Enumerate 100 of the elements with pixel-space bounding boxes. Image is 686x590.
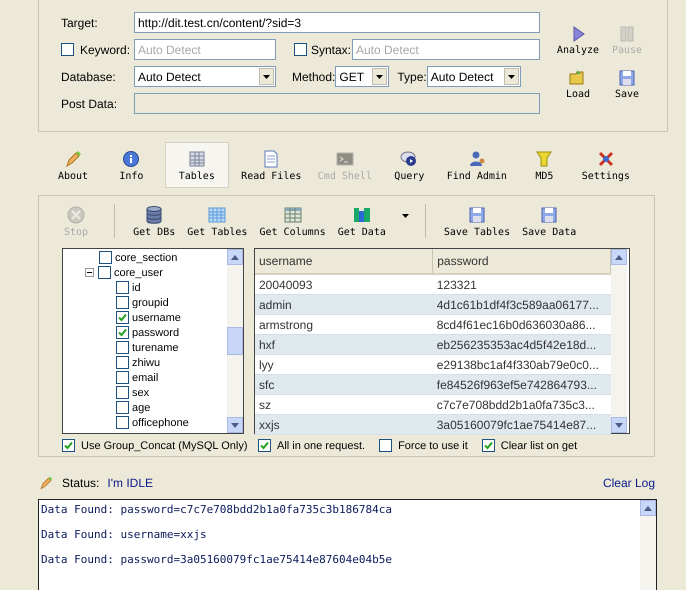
down-arrow-icon[interactable] bbox=[231, 422, 239, 428]
clear-log-link[interactable]: Clear Log bbox=[602, 476, 655, 490]
up-arrow-icon[interactable] bbox=[615, 254, 623, 260]
type-dropdown[interactable]: Auto Detect bbox=[426, 66, 521, 87]
checkbox[interactable] bbox=[116, 311, 129, 324]
tab[interactable]: Settings bbox=[578, 142, 634, 188]
checkbox[interactable] bbox=[116, 386, 129, 399]
analyze-button[interactable]: Analyze bbox=[555, 24, 601, 56]
checkbox[interactable] bbox=[294, 43, 307, 56]
checkbox[interactable] bbox=[61, 43, 74, 56]
up-arrow-icon[interactable] bbox=[231, 254, 239, 260]
toolbar-button[interactable]: Get DBs bbox=[131, 202, 178, 240]
database-icon bbox=[144, 204, 164, 224]
toolbar-button[interactable]: Get Columns bbox=[257, 202, 328, 240]
tree-item[interactable]: core_user bbox=[114, 266, 163, 278]
scrollbar-thumb[interactable] bbox=[227, 327, 243, 355]
scrollbar[interactable] bbox=[640, 500, 656, 590]
save-icon bbox=[617, 68, 637, 88]
checkbox[interactable] bbox=[116, 416, 129, 429]
checkbox[interactable] bbox=[482, 439, 495, 452]
log-line: Data Found: password=c7c7e708bdd2b1a0fa735c3b186784ca bbox=[41, 503, 393, 516]
caret-icon[interactable] bbox=[376, 74, 384, 78]
caret-icon[interactable] bbox=[402, 214, 409, 218]
option-label: Clear list on get bbox=[500, 440, 578, 452]
table-cell: 3a05160079fc1ae75414e87... bbox=[432, 414, 610, 434]
pencil-icon bbox=[38, 475, 54, 491]
pencil-icon bbox=[63, 148, 83, 168]
checkbox[interactable] bbox=[379, 439, 392, 452]
checkbox[interactable] bbox=[116, 326, 129, 339]
field-label: Type: bbox=[397, 70, 427, 84]
tree-item[interactable]: zhiwu bbox=[132, 356, 160, 368]
save-button[interactable]: Save bbox=[607, 68, 647, 100]
tab[interactable]: Tables bbox=[164, 142, 229, 188]
scrollbar[interactable] bbox=[227, 249, 243, 433]
table-cell: xxjs bbox=[255, 414, 433, 434]
stop-icon bbox=[66, 204, 86, 224]
up-arrow-icon[interactable] bbox=[644, 506, 652, 510]
log-line: Data Found: username=xxjs bbox=[41, 528, 208, 541]
table-cell: admin bbox=[255, 294, 433, 314]
checkbox[interactable] bbox=[258, 439, 271, 452]
tab[interactable]: Find Admin bbox=[442, 142, 511, 188]
checkbox[interactable] bbox=[116, 356, 129, 369]
table-cell: hxf bbox=[255, 334, 433, 354]
scrollbar[interactable] bbox=[611, 249, 627, 433]
toolbar-button[interactable]: Save Tables bbox=[442, 202, 512, 240]
method-dropdown[interactable]: GET bbox=[335, 66, 390, 87]
option-label: Use Group_Concat (MySQL Only) bbox=[81, 440, 248, 452]
tab[interactable]: Read Files bbox=[237, 142, 306, 188]
checkbox[interactable] bbox=[98, 266, 111, 279]
toolbar-button[interactable]: Get Tables bbox=[185, 202, 250, 240]
save-icon bbox=[539, 204, 560, 224]
tree-item[interactable]: groupid bbox=[132, 296, 169, 308]
keyword-field[interactable]: Auto Detect bbox=[134, 39, 276, 60]
expander-icon[interactable] bbox=[85, 268, 94, 277]
option-label: All in one request. bbox=[277, 440, 366, 452]
field-label: Post Data: bbox=[61, 96, 118, 110]
syntax-field[interactable]: Auto Detect bbox=[352, 39, 540, 60]
column-header[interactable]: username bbox=[255, 249, 433, 274]
caret-icon[interactable] bbox=[263, 74, 270, 78]
caret-icon[interactable] bbox=[508, 74, 515, 78]
save-icon bbox=[466, 204, 487, 224]
status-label: Status: bbox=[62, 476, 100, 490]
table-cell: fe84526f963ef5e742864793... bbox=[432, 374, 610, 394]
tree-item[interactable]: email bbox=[132, 372, 158, 384]
checkbox[interactable] bbox=[116, 341, 129, 354]
column-header[interactable]: password bbox=[432, 249, 610, 274]
load-button[interactable]: Load bbox=[555, 68, 601, 100]
checkbox[interactable] bbox=[116, 296, 129, 309]
checkbox[interactable] bbox=[116, 371, 129, 384]
columns-icon bbox=[282, 204, 303, 224]
tree-item[interactable]: id bbox=[132, 282, 141, 294]
tree-item[interactable]: sex bbox=[132, 386, 150, 398]
field-label: Method: bbox=[292, 70, 336, 84]
database-dropdown[interactable]: Auto Detect bbox=[134, 66, 276, 87]
tab[interactable]: MD5 bbox=[519, 142, 570, 188]
tree-item[interactable]: username bbox=[132, 312, 181, 324]
tree-item[interactable]: turename bbox=[132, 342, 178, 354]
checkbox[interactable] bbox=[116, 281, 129, 294]
tree-item[interactable]: age bbox=[132, 402, 150, 414]
tree-item[interactable]: officephone bbox=[132, 416, 189, 428]
tree-item[interactable]: password bbox=[132, 326, 180, 338]
table-cell: eb256235353ac4d5f42e18d... bbox=[432, 334, 610, 354]
tab[interactable]: About bbox=[48, 142, 98, 188]
checkbox[interactable] bbox=[99, 251, 112, 264]
field-label: Database: bbox=[61, 70, 116, 84]
checkbox[interactable] bbox=[62, 439, 75, 452]
checkbox[interactable] bbox=[116, 401, 129, 414]
down-arrow-icon[interactable] bbox=[615, 422, 623, 428]
log-line: Data Found: password=3a05160079fc1ae75414e87604e04b5e bbox=[41, 553, 393, 566]
grid-icon bbox=[207, 204, 228, 224]
tab[interactable]: Query bbox=[384, 142, 434, 188]
tab[interactable]: Info bbox=[106, 142, 156, 188]
option-label: Force to use it bbox=[398, 440, 468, 452]
toolbar-button[interactable]: Save Data bbox=[520, 202, 578, 240]
field-label: Keyword: bbox=[80, 42, 132, 56]
tree-item[interactable]: core_section bbox=[115, 252, 178, 264]
target-field[interactable]: http://dit.test.cn/content/?sid=3 bbox=[134, 12, 540, 33]
toolbar-button[interactable]: Get Data bbox=[336, 202, 388, 240]
field-label: Target: bbox=[61, 16, 99, 30]
info-icon bbox=[121, 148, 142, 168]
